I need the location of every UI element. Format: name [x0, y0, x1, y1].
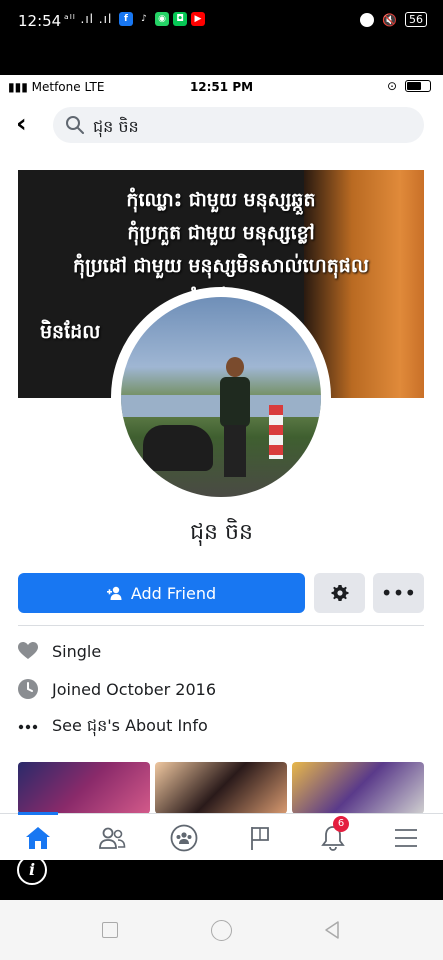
featured-photo[interactable] — [292, 762, 424, 814]
tab-groups[interactable] — [164, 820, 204, 856]
relationship-row: Single — [18, 638, 424, 664]
flag-icon — [251, 827, 269, 850]
friends-icon — [99, 827, 126, 849]
notification-badge: 6 — [333, 816, 349, 832]
settings-button[interactable] — [314, 573, 365, 613]
joined-date: Joined October 2016 — [52, 679, 217, 699]
android-signal: ᵃˡˡ .ıl .ıl — [64, 12, 113, 26]
android-status-right: 🔇 56 — [360, 12, 427, 27]
back-arrow-icon[interactable]: ‹ — [16, 111, 27, 137]
about-info-link[interactable]: See ជុន's About Info — [52, 715, 208, 739]
sync-icon — [360, 12, 375, 27]
facebook-icon: f — [119, 12, 133, 26]
cover-line: កុំប្រកួត ជាមួយ មនុស្សខ្លៅ — [127, 222, 315, 244]
profile-name: ជុន ចិន — [190, 520, 253, 545]
ios-status-bar: ▮▮▮ Metfone LTE 12:51 PM ⊙ — [0, 75, 443, 99]
back-button[interactable] — [322, 920, 342, 940]
info-icon[interactable]: i — [17, 855, 47, 885]
striped-post — [269, 405, 283, 459]
tab-menu[interactable] — [386, 820, 426, 856]
featured-photo[interactable] — [18, 762, 150, 814]
messenger-icon: ◉ — [155, 12, 169, 26]
add-friend-button[interactable]: Add Friend — [18, 573, 305, 613]
youtube-icon: ▶ — [191, 12, 205, 26]
groups-icon — [170, 824, 198, 852]
search-query: ជុន ចិន — [93, 117, 139, 136]
featured-photo[interactable] — [155, 762, 287, 814]
gear-icon — [331, 585, 348, 601]
tab-home[interactable] — [18, 820, 58, 856]
divider — [18, 625, 424, 626]
android-navigation-bar — [0, 900, 443, 960]
person-figure — [216, 357, 254, 477]
line-icon: ◘ — [173, 12, 187, 26]
android-status-bar: 12:54 ᵃˡˡ .ıl .ıl f ♪ ◉ ◘ ▶ 🔇 56 — [0, 0, 443, 75]
notification-app-icons: f ♪ ◉ ◘ ▶ — [119, 12, 205, 26]
ios-battery-icon — [405, 80, 431, 92]
tab-friends[interactable] — [92, 820, 132, 856]
clock-icon — [18, 679, 38, 699]
ios-time: 12:51 PM — [189, 80, 254, 94]
orientation-lock-icon: ⊙ — [386, 79, 397, 93]
tab-pages[interactable] — [240, 820, 280, 856]
add-friend-label: Add Friend — [130, 583, 217, 603]
profile-picture[interactable] — [121, 297, 321, 497]
cover-line: កុំឈ្លោះ ជាមួយ មនុស្សឆ្កួត — [126, 189, 316, 211]
relationship-status: Single — [52, 641, 102, 661]
battery-icon: 56 — [405, 12, 427, 27]
joined-row: Joined October 2016 — [18, 676, 424, 702]
home-icon — [26, 827, 50, 849]
facebook-profile-screenshot: ▮▮▮ Metfone LTE 12:51 PM ⊙ ‹ ជុន ចិន កុំ… — [0, 75, 443, 860]
about-info-row[interactable]: See ជុន's About Info — [18, 714, 424, 740]
tiktok-icon: ♪ — [137, 12, 151, 26]
cover-line: កុំប្រដៅ ជាមួយ មនុស្សមិនសាល់ហេតុផល — [73, 255, 369, 277]
more-options-button[interactable]: ••• — [373, 573, 424, 613]
ellipsis-icon — [18, 717, 38, 737]
tab-notifications[interactable]: 6 — [313, 816, 353, 856]
motorbike — [143, 425, 213, 471]
hamburger-menu-icon — [395, 829, 417, 847]
bottom-tab-bar: 6 — [0, 812, 443, 860]
recents-button[interactable] — [102, 922, 118, 938]
heart-icon — [18, 641, 38, 661]
mute-icon: 🔇 — [382, 12, 397, 27]
add-friend-icon — [106, 586, 122, 600]
ios-status-right: ⊙ — [387, 79, 431, 93]
search-icon — [66, 116, 84, 134]
search-input[interactable]: ជុន ចិន — [53, 107, 424, 143]
search-header: ‹ ជុន ចិន — [0, 105, 443, 145]
android-time: 12:54 — [18, 12, 62, 30]
home-button[interactable] — [211, 920, 232, 941]
active-tab-indicator — [18, 812, 58, 815]
featured-photos — [18, 762, 424, 814]
